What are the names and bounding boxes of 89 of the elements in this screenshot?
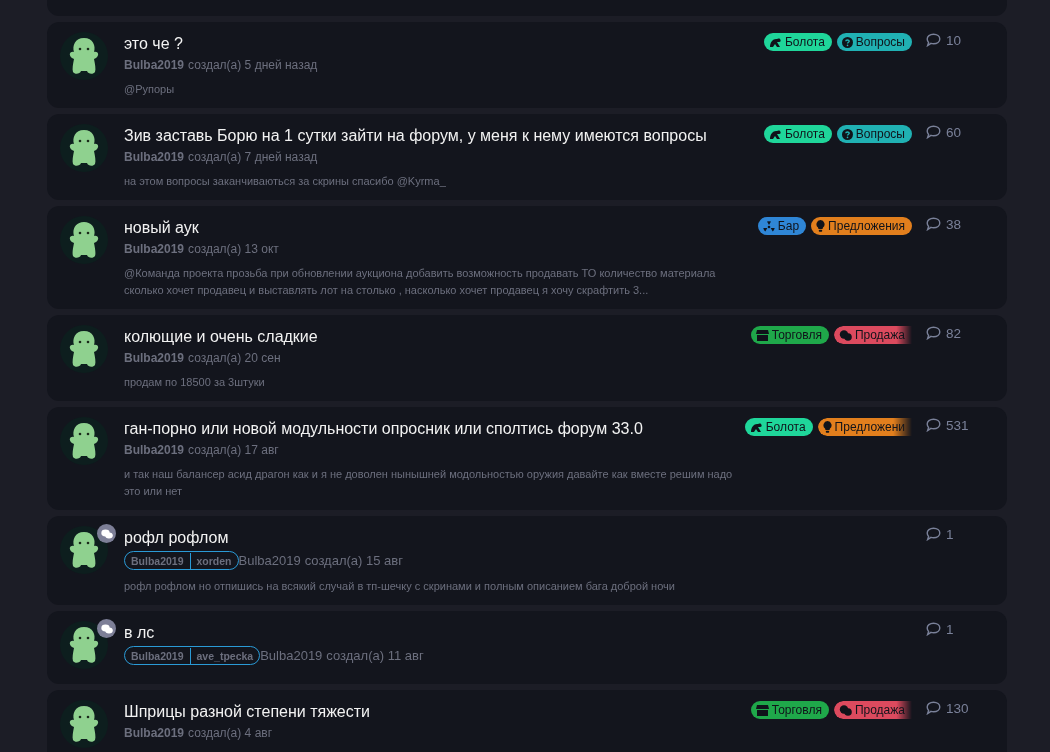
created-date: создал(а) 20 сен: [188, 350, 281, 366]
author-link[interactable]: Bulba2019: [238, 552, 301, 569]
mascot-drawing: [67, 329, 101, 369]
topic-title[interactable]: новый аук: [124, 218, 758, 238]
topic-title[interactable]: Зив заставь Борю на 1 сутки зайти на форум, у меня к нему имеются вопросы: [124, 126, 764, 146]
created-date: создал(а) 11 авг: [326, 647, 424, 664]
topic-excerpt: рофл рофлом но отпишись на всякий случай в тп-шечку с скринами и полным описанием бага доброй ночи: [124, 579, 676, 594]
topic-title[interactable]: ган-порно или новой модульности опросник или сполтись форум 33.0: [124, 419, 745, 439]
topic-excerpt: и так наш балансер асид драгон как и я не доволен нынышней модольностью оружия давайте как вместе решим надо это или нет: [124, 467, 734, 499]
reply-count: 10: [946, 33, 962, 48]
category-tag[interactable]: Торговля: [750, 326, 829, 344]
created-date: создал(а) 15 авг: [304, 552, 403, 569]
created-date: создал(а) 13 окт: [188, 241, 279, 257]
category-tag[interactable]: Болота: [763, 125, 832, 143]
category-tag[interactable]: Вопросы: [836, 125, 912, 143]
topic-title[interactable]: Шприцы разной степени тяжести: [124, 702, 751, 722]
lightbulb-icon: [816, 220, 826, 232]
category-tag[interactable]: Предложения: [811, 217, 912, 235]
avatar[interactable]: [60, 325, 108, 373]
topic-excerpt: @Рупоры: [124, 82, 176, 97]
mascot-drawing: [67, 704, 101, 744]
participant-link[interactable]: ave_tpecka: [189, 647, 260, 664]
lightbulb-icon: [822, 421, 832, 433]
avatar[interactable]: [60, 32, 108, 80]
mascot-drawing: [67, 625, 101, 665]
comment-icon: [926, 622, 941, 636]
avatar[interactable]: [60, 621, 108, 669]
reply-count: 1: [946, 622, 954, 637]
mascot-drawing: [67, 128, 101, 168]
topic-title[interactable]: рофл рофлом: [124, 528, 912, 548]
category-tag[interactable]: Вопросы: [836, 33, 912, 51]
participant-link[interactable]: Bulba2019: [125, 552, 190, 569]
avatar[interactable]: [60, 526, 108, 574]
reply-count: 60: [946, 125, 962, 140]
reply-count: 82: [946, 326, 962, 341]
avatar[interactable]: [60, 417, 108, 465]
category-tag[interactable]: Бар: [757, 217, 807, 235]
created-date: создал(а) 5 дней назад: [188, 57, 318, 73]
avatar[interactable]: [60, 124, 108, 172]
category-tag[interactable]: Предложени: [817, 418, 912, 436]
comment-icon: [926, 701, 941, 715]
topic-title[interactable]: в лс: [124, 623, 912, 643]
author-link[interactable]: Bulba2019: [124, 149, 185, 165]
created-date: создал(а) 7 дней назад: [188, 149, 318, 165]
shop-icon: [755, 704, 769, 716]
topic-title[interactable]: колющие и очень сладкие: [124, 327, 751, 347]
author-link[interactable]: Bulba2019: [124, 442, 185, 458]
chat-bubbles-icon: [100, 623, 113, 634]
reply-count: 531: [946, 418, 969, 433]
participant-link[interactable]: xorden: [189, 552, 238, 569]
category-tag[interactable]: Болота: [763, 33, 832, 51]
question-icon: [841, 128, 853, 140]
author-link[interactable]: Bulba2019: [124, 241, 185, 257]
created-date: создал(а) 4 авг: [188, 725, 273, 741]
category-tag[interactable]: Болота: [744, 418, 813, 436]
reply-count: 38: [946, 217, 962, 232]
participant-link[interactable]: Bulba2019: [125, 647, 190, 664]
coins-icon: [838, 329, 852, 341]
topic-title[interactable]: это че ?: [124, 34, 764, 54]
comment-icon: [926, 33, 941, 47]
mascot-drawing: [67, 530, 101, 570]
chat-bubbles-icon: [100, 528, 113, 539]
comment-icon: [926, 217, 941, 231]
author-link[interactable]: Bulba2019: [124, 57, 185, 73]
shop-icon: [755, 329, 769, 341]
comment-icon: [926, 326, 941, 340]
mascot-drawing: [67, 421, 101, 461]
comment-icon: [926, 125, 941, 139]
author-link[interactable]: Bulba2019: [124, 350, 185, 366]
reply-count: 1: [946, 527, 954, 542]
mascot-drawing: [67, 220, 101, 260]
comment-icon: [926, 418, 941, 432]
comment-icon: [926, 527, 941, 541]
mascot-drawing: [67, 36, 101, 76]
question-icon: [841, 36, 853, 48]
author-link[interactable]: Bulba2019: [260, 647, 323, 664]
category-tag[interactable]: Продажа: [833, 701, 912, 719]
avatar[interactable]: [60, 700, 108, 748]
created-date: создал(а) 17 авг: [188, 442, 279, 458]
topic-excerpt: @Команда проекта прозьба при обновлении аукциона добавить возможность продавать ТО количество материала сколько хочет продавец и выставлять лот на столько , насколько хочет продавец я хочу скрафтить 3...: [124, 266, 717, 298]
topic-excerpt: на этом вопросы заканчиваються за скрины спасибо @Kyrma_: [124, 174, 447, 189]
category-tag[interactable]: Продажа: [833, 326, 912, 344]
radiation-icon: [762, 220, 775, 232]
reply-count: 130: [946, 701, 969, 716]
category-tag[interactable]: Торговля: [750, 701, 829, 719]
coins-icon: [838, 704, 852, 716]
avatar[interactable]: [60, 216, 108, 264]
author-link[interactable]: Bulba2019: [124, 725, 185, 741]
topic-excerpt: продам по 18500 за 3штуки: [124, 375, 266, 390]
